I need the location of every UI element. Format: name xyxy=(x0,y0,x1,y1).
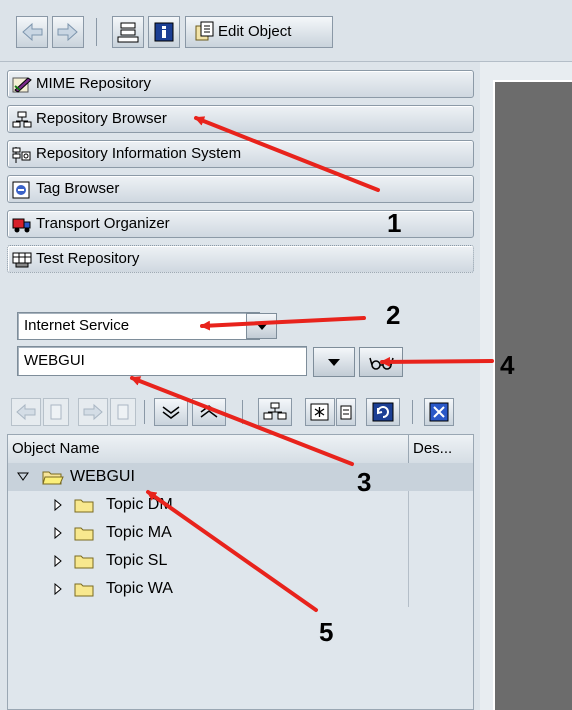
object-type-value: Internet Service xyxy=(24,317,130,334)
list-icon xyxy=(50,404,62,420)
repository-info-system-icon xyxy=(12,147,31,163)
object-type-dropdown-button[interactable] xyxy=(246,313,277,339)
tree-forward-list-button[interactable] xyxy=(110,398,136,426)
hierarchy-icon xyxy=(263,402,287,420)
chevron-down-icon xyxy=(328,359,340,366)
collapse-all-button[interactable] xyxy=(192,398,226,426)
nav-transport-organizer[interactable]: Transport Organizer xyxy=(7,210,474,238)
folder-icon xyxy=(74,555,94,569)
nav-tag-browser[interactable]: Tag Browser xyxy=(7,175,474,203)
tree-node-label: Topic DM xyxy=(106,496,173,513)
annotation-label-3: 3 xyxy=(357,467,372,497)
annotation-label-2: 2 xyxy=(386,300,401,330)
toolbar-separator xyxy=(412,400,413,424)
annotation-label-5: 5 xyxy=(319,617,334,647)
folder-icon xyxy=(74,583,94,597)
nav-repository-information-system[interactable]: Repository Information System xyxy=(7,140,474,168)
forward-button[interactable] xyxy=(52,16,84,48)
nav-mime-repository[interactable]: MIME Repository xyxy=(7,70,474,98)
test-repository-icon xyxy=(12,252,32,268)
list-icon xyxy=(117,404,129,420)
nav-label: MIME Repository xyxy=(36,75,152,92)
tree-node[interactable]: Topic DM xyxy=(8,491,473,519)
back-button[interactable] xyxy=(16,16,48,48)
mime-repository-icon xyxy=(12,77,32,93)
editor-canvas xyxy=(493,80,572,710)
tree-back-list-button[interactable] xyxy=(43,398,69,426)
list-icon xyxy=(340,405,352,420)
collapse-triangle-icon[interactable] xyxy=(16,470,30,484)
nav-repository-browser[interactable]: Repository Browser xyxy=(7,105,474,133)
collapse-icon xyxy=(200,405,218,418)
folder-icon xyxy=(74,499,94,513)
edit-object-label: Edit Object xyxy=(218,23,292,40)
expand-triangle-icon[interactable] xyxy=(52,527,64,541)
column-header-description[interactable]: Des... xyxy=(409,435,475,463)
expand-icon xyxy=(162,406,180,419)
tree-node-label: Topic SL xyxy=(106,552,168,569)
nav-label: Test Repository xyxy=(36,250,140,267)
tree-node-label: Topic MA xyxy=(106,524,172,541)
tree-back-button[interactable] xyxy=(11,398,41,426)
expand-triangle-icon[interactable] xyxy=(52,583,64,597)
nav-label: Repository Information System xyxy=(36,145,242,162)
hierarchy-icon xyxy=(117,22,139,43)
toolbar-separator xyxy=(144,400,145,424)
folder-open-icon xyxy=(42,471,64,485)
column-header-object-name[interactable]: Object Name xyxy=(8,435,409,463)
glasses-icon xyxy=(369,357,394,370)
annotation-label-1: 1 xyxy=(387,208,402,238)
refresh-button[interactable] xyxy=(366,398,400,426)
editor-area xyxy=(480,62,572,710)
close-icon xyxy=(429,402,449,422)
tree-node[interactable]: Topic MA xyxy=(8,519,473,547)
nav-label: Tag Browser xyxy=(36,180,120,197)
refresh-icon xyxy=(372,402,394,422)
tree-node-root[interactable]: WEBGUI xyxy=(8,463,473,491)
hierarchy-button[interactable] xyxy=(112,16,144,48)
nav-label: Transport Organizer xyxy=(36,215,170,232)
nav-label: Repository Browser xyxy=(36,110,167,127)
tree-header: Object Name Des... xyxy=(8,435,473,464)
expand-all-button[interactable] xyxy=(154,398,188,426)
object-name-dropdown-button[interactable] xyxy=(313,347,355,377)
tree-forward-button[interactable] xyxy=(78,398,108,426)
asterisk-icon xyxy=(310,403,329,421)
object-tree: Object Name Des... WEBGUI Topic DM Topic… xyxy=(7,434,474,710)
forward-arrow-icon xyxy=(57,22,78,42)
new-object-button[interactable] xyxy=(305,398,335,426)
chevron-down-icon xyxy=(255,323,268,330)
folder-icon xyxy=(74,527,94,541)
object-name-value: WEBGUI xyxy=(24,352,85,369)
edit-object-icon xyxy=(195,21,214,41)
back-arrow-icon xyxy=(16,403,36,421)
back-arrow-icon xyxy=(22,22,43,42)
expand-triangle-icon[interactable] xyxy=(52,555,64,569)
transport-organizer-icon xyxy=(12,218,31,233)
toolbar-separator xyxy=(242,400,243,424)
object-name-input[interactable]: WEBGUI xyxy=(17,346,307,376)
toolbar-separator xyxy=(96,18,97,46)
close-tree-button[interactable] xyxy=(424,398,454,426)
object-type-select[interactable]: Internet Service xyxy=(17,312,260,340)
repository-browser-icon xyxy=(12,111,32,128)
annotation-label-4: 4 xyxy=(500,350,515,380)
tree-node[interactable]: Topic SL xyxy=(8,547,473,575)
edit-object-button[interactable]: Edit Object xyxy=(185,16,333,48)
tag-browser-icon xyxy=(12,181,30,199)
nav-test-repository[interactable]: Test Repository xyxy=(7,245,474,273)
info-icon xyxy=(154,22,174,42)
tree-node-label: WEBGUI xyxy=(70,468,135,485)
tree-node[interactable]: Topic WA xyxy=(8,575,473,603)
expand-triangle-icon[interactable] xyxy=(52,499,64,513)
application-toolbar: Edit Object xyxy=(0,0,572,62)
new-object-menu-button[interactable] xyxy=(336,398,356,426)
tree-node-label: Topic WA xyxy=(106,580,173,597)
object-list-button[interactable] xyxy=(258,398,292,426)
info-button[interactable] xyxy=(148,16,180,48)
forward-arrow-icon xyxy=(83,403,103,421)
display-button[interactable] xyxy=(359,347,403,377)
